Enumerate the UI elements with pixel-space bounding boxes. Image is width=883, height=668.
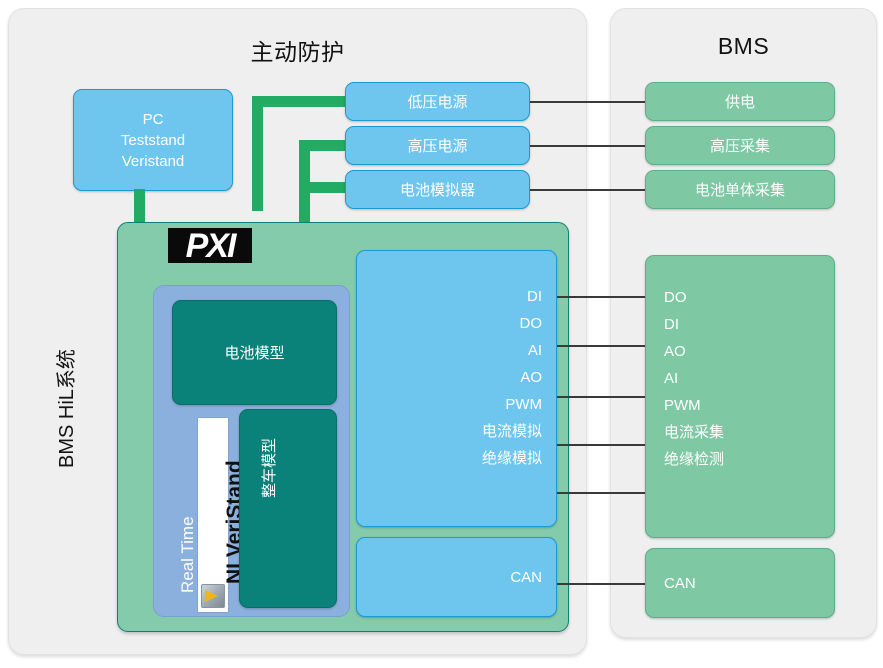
hil-signal-di: DI [527,288,542,305]
node-bms-power-supply-label: 供电 [724,94,755,111]
node-low-voltage-supply-label: 低压电源 [407,94,468,111]
panel-bms-title: BMS [717,33,770,59]
wire-power-3 [530,189,645,191]
bms-signal-list: DO DI AO AI PWM 电流采集 绝缘检测 [664,284,724,473]
node-battery-simulator[interactable]: 电池模拟器 [345,170,530,209]
hil-signal-list: DI DO AI AO PWM 电流模拟 绝缘模拟 [482,283,542,472]
node-bms-can[interactable]: CAN [645,548,835,618]
ni-veristand-badge: NI VeriStand [198,418,246,612]
bms-signal-ai: AI [664,370,679,387]
bms-signal-pwm: PWM [664,397,701,414]
hil-signal-insulation-sim: 绝缘模拟 [481,450,542,467]
panel-active-protection-title: 主动防护 [250,39,345,65]
node-battery-model[interactable]: 电池模型 [172,300,337,405]
cable-lv-vertical [252,96,263,211]
node-bms-power-supply[interactable]: 供电 [645,82,835,121]
bms-signal-di: DI [664,316,679,333]
cable-pc-to-pxi [134,189,145,224]
wire-io-1 [557,296,645,298]
node-pc-line3: Veristand [121,152,185,170]
hil-signal-ao: AO [520,369,542,386]
wire-io-3 [557,396,645,398]
node-bms-hv-acquisition-label: 高压采集 [709,138,770,155]
node-hil-io-block[interactable]: DI DO AI AO PWM 电流模拟 绝缘模拟 [356,250,557,527]
node-bms-hv-acquisition[interactable]: 高压采集 [645,126,835,165]
node-vehicle-model[interactable]: 整车模型 [239,409,337,608]
realtime-label: Real Time [178,516,197,593]
node-high-voltage-supply-label: 高压电源 [407,138,468,155]
bms-signal-do: DO [664,289,687,306]
wire-io-2 [557,345,645,347]
bms-signal-insulation-det: 绝缘检测 [664,451,725,468]
node-bms-cell-acquisition-label: 电池单体采集 [694,182,785,199]
node-battery-simulator-label: 电池模拟器 [399,182,475,199]
node-pc-line1: PC [142,110,164,128]
cable-lv-horizontal [252,96,347,107]
bms-signal-current-acq: 电流采集 [664,424,725,441]
wire-can [557,583,645,585]
diagram-canvas: 主动防护 BMS BMS HiL系统 PC Teststand Veristan… [0,0,883,668]
wire-power-1 [530,101,645,103]
bms-signal-ao: AO [664,343,686,360]
pxi-logo: PXI [168,228,252,263]
wire-io-5 [557,492,645,494]
node-vehicle-model-label: 整车模型 [260,437,278,498]
ni-logo-icon [201,584,225,608]
node-low-voltage-supply[interactable]: 低压电源 [345,82,530,121]
node-bms-can-label: CAN [664,574,696,592]
hil-signal-current-sim: 电流模拟 [481,423,542,440]
hil-signal-ai: AI [527,342,542,359]
node-pc-line2: Teststand [120,131,186,149]
hil-signal-do: DO [519,315,543,332]
node-battery-model-label: 电池模型 [224,345,285,362]
node-bms-cell-acquisition[interactable]: 电池单体采集 [645,170,835,209]
node-pc[interactable]: PC Teststand Veristand [73,89,233,191]
node-hil-can-label: CAN [510,568,542,586]
system-label: BMS HiL系统 [56,349,78,468]
node-high-voltage-supply[interactable]: 高压电源 [345,126,530,165]
hil-signal-pwm: PWM [505,396,542,413]
node-bms-io-block[interactable]: DO DI AO AI PWM 电流采集 绝缘检测 [645,255,835,538]
wire-power-2 [530,145,645,147]
wire-io-4 [557,444,645,446]
node-hil-can[interactable]: CAN [356,537,557,617]
